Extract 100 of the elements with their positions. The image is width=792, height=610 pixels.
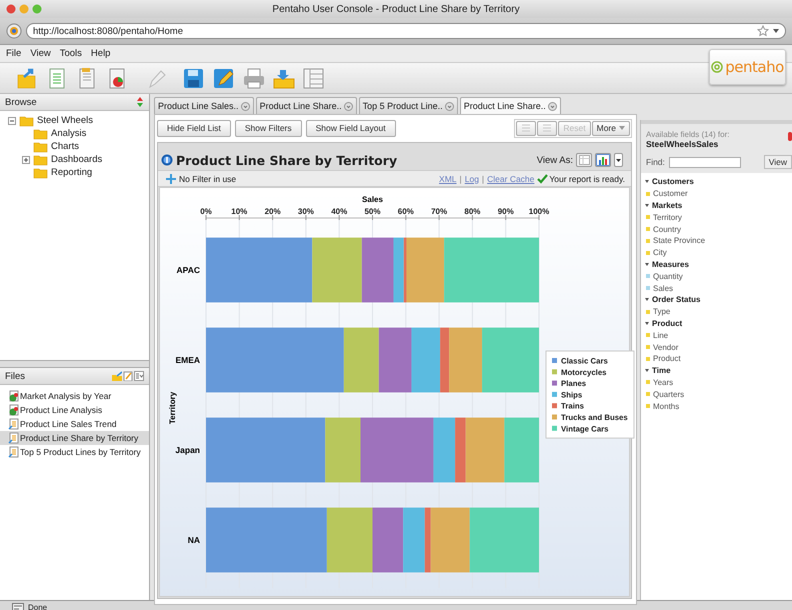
- status-icon: [788, 132, 792, 141]
- field-item[interactable]: Customer: [645, 188, 788, 200]
- expand-icon[interactable]: [22, 156, 30, 164]
- field-item[interactable]: Vendor: [645, 341, 788, 353]
- dropdown-button[interactable]: [614, 153, 623, 167]
- analysis-icon: [8, 390, 19, 402]
- toggle-button[interactable]: Hide Field List: [157, 120, 231, 136]
- menu-item[interactable]: Tools: [60, 48, 82, 59]
- field-item[interactable]: Type: [645, 306, 788, 318]
- filter-icon[interactable]: [166, 174, 176, 184]
- tick-label: 30%: [298, 207, 314, 216]
- field-group[interactable]: Order Status: [645, 294, 788, 306]
- tick-label: 20%: [264, 207, 281, 216]
- caret-icon: [645, 204, 649, 207]
- field-group[interactable]: Product: [645, 318, 788, 330]
- menu-item[interactable]: File: [6, 48, 22, 59]
- list-icon: [521, 123, 532, 133]
- check-icon: [537, 174, 548, 184]
- close-icon[interactable]: [240, 102, 250, 110]
- caret-icon: [645, 262, 649, 266]
- menu-item[interactable]: Help: [90, 48, 110, 59]
- link-separator: |: [482, 174, 484, 184]
- menu-item[interactable]: View: [30, 48, 51, 59]
- window-title: Pentaho User Console - Product Line Share by Territory: [272, 4, 520, 14]
- field-item[interactable]: Line: [645, 329, 788, 342]
- folder-icon: [33, 152, 48, 166]
- field-group[interactable]: Markets: [645, 200, 788, 212]
- toggle-button[interactable]: Show Filters: [234, 120, 302, 136]
- close-icon[interactable]: [344, 102, 353, 110]
- find-field[interactable]: [668, 156, 741, 168]
- field-item[interactable]: State Province: [645, 234, 788, 247]
- view-as-label: View As:: [536, 154, 573, 166]
- printer-icon[interactable]: [242, 66, 266, 90]
- tick-label: 80%: [464, 207, 480, 216]
- tree-item[interactable]: Reporting: [0, 166, 149, 179]
- close-icon[interactable]: [444, 102, 454, 110]
- saved-report-item[interactable]: Top 5 Product Lines by Territory: [0, 445, 149, 459]
- category-label: APAC: [176, 265, 200, 275]
- toggle-button[interactable]: Show Field Layout: [306, 120, 396, 136]
- tab[interactable]: Top 5 Product Line..: [358, 97, 458, 114]
- fields-caption: Available fields (14) for:: [646, 130, 730, 139]
- field-item[interactable]: City: [645, 246, 788, 259]
- edit-icon[interactable]: [212, 66, 236, 90]
- new-folder-icon[interactable]: [112, 371, 122, 381]
- address-field[interactable]: http://localhost:8080/pentaho/Home: [26, 23, 786, 39]
- field-item[interactable]: Territory: [645, 211, 788, 224]
- saved-report-item[interactable]: Product Line Share by Territory: [0, 431, 149, 445]
- analysis-icon: [8, 404, 19, 416]
- report-title: Product Line Share by Territory: [176, 152, 398, 168]
- collapse-icon[interactable]: [8, 116, 16, 124]
- tree-item[interactable]: Dashboards: [0, 153, 149, 166]
- options-icon[interactable]: [134, 371, 144, 381]
- tree-item[interactable]: Charts: [0, 140, 149, 153]
- field-item[interactable]: Country: [645, 223, 788, 235]
- saved-report-item[interactable]: Market Analysis by Year: [0, 389, 149, 403]
- field-group[interactable]: Measures: [645, 258, 788, 270]
- panel-title: Files: [5, 370, 26, 382]
- saved-report-item[interactable]: Product Line Sales Trend: [0, 417, 149, 431]
- tree-item[interactable]: Steel Wheels: [0, 114, 149, 127]
- tab[interactable]: Product Line Share..: [460, 97, 561, 114]
- close-icon[interactable]: [548, 102, 557, 110]
- tab[interactable]: Product Line Share..: [256, 97, 357, 114]
- caret-icon: [645, 180, 649, 184]
- table-view-button[interactable]: [576, 153, 592, 167]
- chart-view-button[interactable]: [595, 153, 611, 167]
- field-item[interactable]: Sales: [645, 282, 788, 294]
- edit-icon[interactable]: [123, 371, 133, 381]
- caret-icon: [645, 369, 649, 372]
- cube-name: SteelWheelsSales: [646, 139, 720, 149]
- view-button[interactable]: View: [764, 155, 792, 169]
- logo: pentaho: [709, 49, 786, 85]
- layout-icon[interactable]: [302, 66, 326, 90]
- field-item[interactable]: Quantity: [645, 270, 788, 282]
- tab[interactable]: Product Line Sales..: [154, 97, 254, 114]
- caret-icon[interactable]: [773, 28, 779, 34]
- tick-label: 50%: [364, 207, 380, 216]
- field-group[interactable]: Customers: [645, 176, 788, 188]
- field-item[interactable]: Months: [645, 400, 788, 412]
- tree-item[interactable]: Analysis: [0, 127, 149, 140]
- folder-icon: [33, 126, 48, 140]
- tick-label: 0%: [200, 207, 212, 216]
- field-group[interactable]: Time: [645, 364, 788, 377]
- status-icon: [12, 602, 24, 610]
- info-icon[interactable]: [161, 154, 173, 166]
- star-icon[interactable]: [757, 25, 769, 37]
- save-icon[interactable]: [182, 66, 206, 90]
- list-icon: [542, 123, 552, 133]
- caret-icon: [645, 298, 649, 302]
- more-button[interactable]: More: [592, 120, 630, 136]
- folder-icon: [19, 114, 34, 128]
- splitter-handle[interactable]: [0, 361, 149, 368]
- sort-icon[interactable]: [136, 97, 144, 107]
- report-status: Your report is ready.: [549, 174, 625, 184]
- tick-label: 10%: [231, 207, 248, 216]
- tick-label: 70%: [431, 207, 448, 216]
- field-item[interactable]: Quarters: [645, 388, 788, 400]
- saved-report-item[interactable]: Product Line Analysis: [0, 403, 149, 417]
- bar-segment: [504, 418, 539, 482]
- field-item[interactable]: Product: [645, 352, 788, 365]
- field-item[interactable]: Years: [645, 376, 788, 388]
